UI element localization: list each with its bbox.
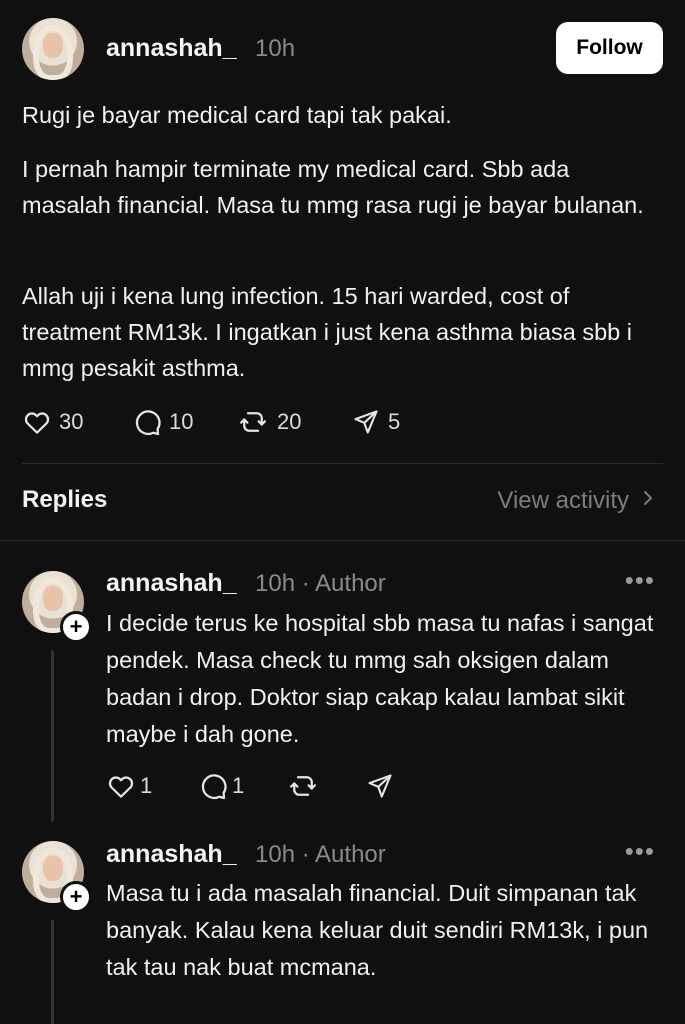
like-button[interactable]: 30 bbox=[22, 407, 132, 437]
more-icon[interactable]: ••• bbox=[625, 565, 655, 596]
comment-icon bbox=[198, 771, 228, 801]
like-button[interactable]: 1 bbox=[106, 771, 198, 801]
divider bbox=[0, 540, 685, 541]
comment-icon bbox=[132, 407, 162, 437]
repost-icon bbox=[238, 407, 268, 437]
reply-text: I decide terus ke hospital sbb masa tu n… bbox=[106, 610, 654, 747]
comment-button[interactable]: 10 bbox=[132, 407, 238, 437]
post-time: 10h bbox=[255, 35, 296, 62]
share-count: 5 bbox=[388, 409, 401, 434]
chevron-right-icon bbox=[641, 487, 655, 515]
reply-username[interactable]: annashah_ bbox=[106, 569, 237, 598]
more-icon[interactable]: ••• bbox=[625, 836, 655, 867]
avatar[interactable] bbox=[22, 18, 84, 80]
share-button[interactable] bbox=[366, 772, 394, 800]
thread-line bbox=[51, 920, 54, 1024]
divider bbox=[22, 463, 663, 464]
share-icon bbox=[352, 408, 380, 436]
repost-icon bbox=[288, 771, 318, 801]
like-count: 30 bbox=[59, 409, 84, 434]
comment-count: 10 bbox=[169, 409, 194, 434]
comment-count: 1 bbox=[232, 773, 245, 798]
share-button[interactable]: 5 bbox=[352, 408, 400, 436]
reply-meta: 10h · Author bbox=[255, 570, 386, 597]
post-username[interactable]: annashah_ bbox=[106, 34, 237, 63]
post-actions: 30 10 20 5 bbox=[22, 407, 400, 437]
thread-line bbox=[51, 650, 54, 822]
reply-text: Masa tu i ada masalah financial. Duit si… bbox=[106, 880, 649, 980]
post-paragraph-3: Allah uji i kena lung infection. 15 hari… bbox=[22, 283, 633, 381]
like-count: 1 bbox=[140, 773, 153, 798]
replies-title: Replies bbox=[22, 486, 108, 513]
repost-count: 20 bbox=[277, 409, 302, 434]
follow-plus-icon[interactable]: + bbox=[60, 881, 92, 913]
heart-icon bbox=[106, 771, 136, 801]
comment-button[interactable]: 1 bbox=[198, 771, 288, 801]
repost-button[interactable]: 20 bbox=[238, 407, 352, 437]
follow-button[interactable]: Follow bbox=[556, 22, 663, 74]
reply-actions: 1 1 bbox=[106, 771, 394, 801]
heart-icon bbox=[22, 407, 52, 437]
reply-username[interactable]: annashah_ bbox=[106, 840, 237, 869]
view-activity-label: View activity bbox=[497, 487, 629, 514]
post-paragraph-1: Rugi je bayar medical card tapi tak paka… bbox=[22, 102, 452, 128]
share-icon bbox=[366, 772, 394, 800]
follow-plus-icon[interactable]: + bbox=[60, 611, 92, 643]
post-paragraph-2: I pernah hampir terminate my medical car… bbox=[22, 156, 644, 218]
view-activity-link[interactable]: View activity bbox=[497, 487, 655, 515]
repost-button[interactable] bbox=[288, 771, 366, 801]
reply-meta: 10h · Author bbox=[255, 841, 386, 868]
